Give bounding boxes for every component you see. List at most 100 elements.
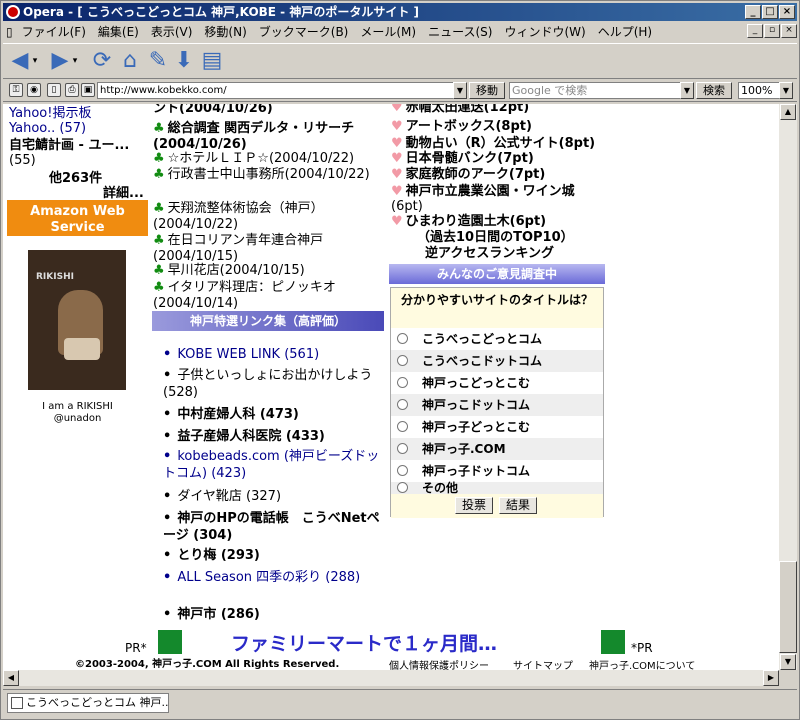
center-entry-6[interactable]: ♣ 早川花店(2004/10/15) — [153, 263, 388, 279]
banner-left-square[interactable] — [158, 630, 182, 654]
footer-link-privacy[interactable]: 個人情報保護ポリシー — [389, 657, 489, 670]
search-button[interactable]: 検索 — [696, 82, 732, 99]
menu-edit[interactable]: 編集(E) — [92, 22, 145, 42]
link-item-7[interactable]: • とり梅 (293) — [163, 547, 388, 564]
zoom-field[interactable]: 100% — [738, 82, 780, 99]
heart-icon: ♥ — [391, 136, 403, 151]
menu-view[interactable]: 表示(V) — [145, 22, 199, 42]
link-item-5[interactable]: • ダイヤ靴店 (327) — [163, 488, 388, 505]
reload-icon[interactable]: ⟳ — [89, 48, 115, 74]
copyright: ©2003-2004, 神戸っ子.COM All Rights Reserved… — [75, 659, 340, 670]
poll-option-0[interactable]: こうべっこどっとコム — [391, 328, 603, 350]
link-item-2[interactable]: • 中村産婦人科 (473) — [163, 406, 388, 423]
print-icon[interactable]: ⎙ — [65, 83, 79, 97]
link-item-8[interactable]: • ALL Season 四季の彩り (288) — [163, 569, 388, 586]
link-item-4[interactable]: • kobebeads.com (神戸ビーズドットコム) (423) — [163, 448, 388, 482]
close-button[interactable]: × — [779, 5, 795, 19]
scroll-right-icon[interactable]: ▶ — [763, 670, 779, 686]
address-dropdown-icon[interactable]: ▼ — [453, 82, 467, 99]
poll-option-3[interactable]: 神戸っこドットコム — [391, 394, 603, 416]
left-count: (55) — [9, 153, 36, 168]
center-entry-4[interactable]: ♣ 天翔流整体術協会（神戸）(2004/10/22) — [153, 201, 388, 233]
hotlist-icon[interactable]: ✎ — [145, 48, 171, 74]
link-item-1[interactable]: • 子供といっしょにお出かけしよう (528) — [163, 367, 388, 401]
footer-link-sitemap[interactable]: サイトマップ — [513, 657, 573, 670]
security-icon[interactable]: ⚿ — [9, 83, 23, 97]
back-dropdown-icon[interactable]: ▾ — [29, 48, 41, 74]
ranking-link[interactable]: 逆アクセスランキング — [425, 246, 554, 262]
center-entry-5[interactable]: ♣ 在日コリアン青年連合神戸(2004/10/15) — [153, 233, 388, 265]
scroll-up-icon[interactable]: ▲ — [780, 104, 796, 120]
center-entry-0[interactable]: ント(2004/10/26) — [153, 104, 388, 117]
poll-option-6[interactable]: 神戸っ子ドットコム — [391, 460, 603, 482]
right-entry-0[interactable]: ♥ 赤帽太田運送(12pt) — [391, 104, 529, 116]
menu-file[interactable]: ファイル(F) — [16, 22, 92, 42]
poll-option-2[interactable]: 神戸っこどっとこむ — [391, 372, 603, 394]
menu-navigate[interactable]: 移動(N) — [198, 22, 252, 42]
center-entry-2[interactable]: ♣ ☆ホテルＬＩＰ☆(2004/10/22) — [153, 151, 388, 167]
go-button[interactable]: 移動 — [469, 82, 505, 99]
banner-right-square[interactable] — [601, 630, 625, 654]
page-tab[interactable]: こうべっこどっとコム 神戸... — [7, 693, 169, 713]
horizontal-scrollbar[interactable]: ◀ ▶ — [3, 670, 779, 686]
vertical-scroll-thumb[interactable] — [779, 561, 797, 653]
vertical-scrollbar[interactable]: ▲ ▼ — [779, 104, 797, 670]
download-icon[interactable]: ⬇ — [171, 48, 197, 74]
menu-bookmarks[interactable]: ブックマーク(B) — [253, 22, 355, 42]
page-info-icon[interactable]: ▯ — [47, 83, 61, 97]
left-link-server[interactable]: 自宅鯖計画 - ユー... — [9, 138, 129, 153]
club-icon: ♣ — [153, 151, 165, 166]
left-details-link[interactable]: 詳細... — [103, 186, 144, 201]
poll-option-1[interactable]: こうべっこドットコム — [391, 350, 603, 372]
zoom-dropdown-icon[interactable]: ▼ — [779, 82, 793, 99]
scroll-down-icon[interactable]: ▼ — [780, 654, 796, 670]
link-item-0[interactable]: • KOBE WEB LINK (561) — [163, 346, 388, 363]
promo-banner[interactable]: ファミリーマートで１ヶ月間… — [231, 629, 497, 656]
home-icon[interactable]: ⌂ — [117, 48, 143, 74]
link-item-3[interactable]: • 益子産婦人科医院 (433) — [163, 428, 388, 445]
pages-icon[interactable]: ▣ — [81, 83, 95, 97]
heart-icon: ♥ — [391, 167, 403, 182]
minimize-button[interactable]: _ — [745, 5, 761, 19]
menu-window[interactable]: ウィンドウ(W) — [498, 22, 591, 42]
poll-option-7[interactable]: その他 — [391, 482, 603, 494]
menu-help[interactable]: ヘルプ(H) — [592, 22, 658, 42]
vote-button[interactable]: 投票 — [455, 497, 493, 514]
right-entry-3[interactable]: ♥ 日本骨髄バンク(7pt) — [391, 151, 534, 167]
mdi-close-button[interactable]: × — [781, 24, 797, 38]
browser-window: Opera - [ こうべっこどっとコム 神戸,KOBE - 神戸のポータルサイ… — [0, 0, 800, 720]
right-entry-5[interactable]: ♥ 神戸市立農業公園・ワイン城 — [391, 184, 575, 200]
left-link-yahoo-board[interactable]: Yahoo!掲示板 — [9, 106, 91, 121]
center-entry-1[interactable]: ♣ 総合調査 関西デルタ・リサーチ(2004/10/26) — [153, 121, 388, 153]
left-link-yahoo[interactable]: Yahoo.. (57) — [9, 121, 86, 136]
right-entry-1[interactable]: ♥ アートボックス(8pt) — [391, 119, 532, 135]
forward-dropdown-icon[interactable]: ▾ — [69, 48, 81, 74]
scroll-left-icon[interactable]: ◀ — [3, 670, 19, 686]
navigation-toolbar: ◀ ▾ ▶ ▾ ⟳ ⌂ ✎ ⬇ ▤ — [3, 43, 797, 79]
amazon-web-service-banner[interactable]: Amazon Web Service — [7, 200, 148, 236]
right-entry-5-pts: (6pt) — [391, 199, 423, 214]
link-item-9[interactable]: • 神戸市 (286) — [163, 606, 388, 623]
address-input[interactable]: http://www.kobekko.com/ — [97, 82, 467, 99]
notes-icon[interactable]: ▤ — [199, 48, 225, 74]
footer-link-about[interactable]: 神戸っ子.COMについて — [589, 657, 695, 670]
mdi-minimize-button[interactable]: _ — [747, 24, 763, 38]
maximize-button[interactable]: □ — [762, 5, 778, 19]
mdi-restore-button[interactable]: ▫ — [764, 24, 780, 38]
right-entry-4[interactable]: ♥ 家庭教師のアーク(7pt) — [391, 167, 545, 183]
menu-mail[interactable]: メール(M) — [354, 22, 422, 42]
book-cover-image[interactable]: RIKISHI — [28, 250, 126, 390]
result-button[interactable]: 結果 — [499, 497, 537, 514]
search-dropdown-icon[interactable]: ▼ — [680, 82, 694, 99]
cookie-icon[interactable]: ◉ — [27, 83, 41, 97]
poll-option-5[interactable]: 神戸っ子.COM — [391, 438, 603, 460]
right-entry-6[interactable]: ♥ ひまわり造園土木(6pt) — [391, 214, 546, 230]
poll-option-4[interactable]: 神戸っ子どっとこむ — [391, 416, 603, 438]
center-entry-3[interactable]: ♣ 行政書士中山事務所(2004/10/22) — [153, 167, 388, 183]
search-input[interactable]: Google で検索 — [509, 82, 694, 99]
right-entry-2[interactable]: ♥ 動物占い（R）公式サイト(8pt) — [391, 136, 595, 152]
menu-news[interactable]: ニュース(S) — [422, 22, 498, 42]
link-item-6[interactable]: • 神戸のHPの電話帳 こうべNetページ (304) — [163, 510, 388, 544]
poll-box: 分かりやすいサイトのタイトルは？ こうべっこどっとコム こうべっこドットコム 神… — [390, 287, 604, 518]
center-entry-7[interactable]: ♣ イタリア料理店：ピノッキオ(2004/10/14) — [153, 280, 388, 312]
